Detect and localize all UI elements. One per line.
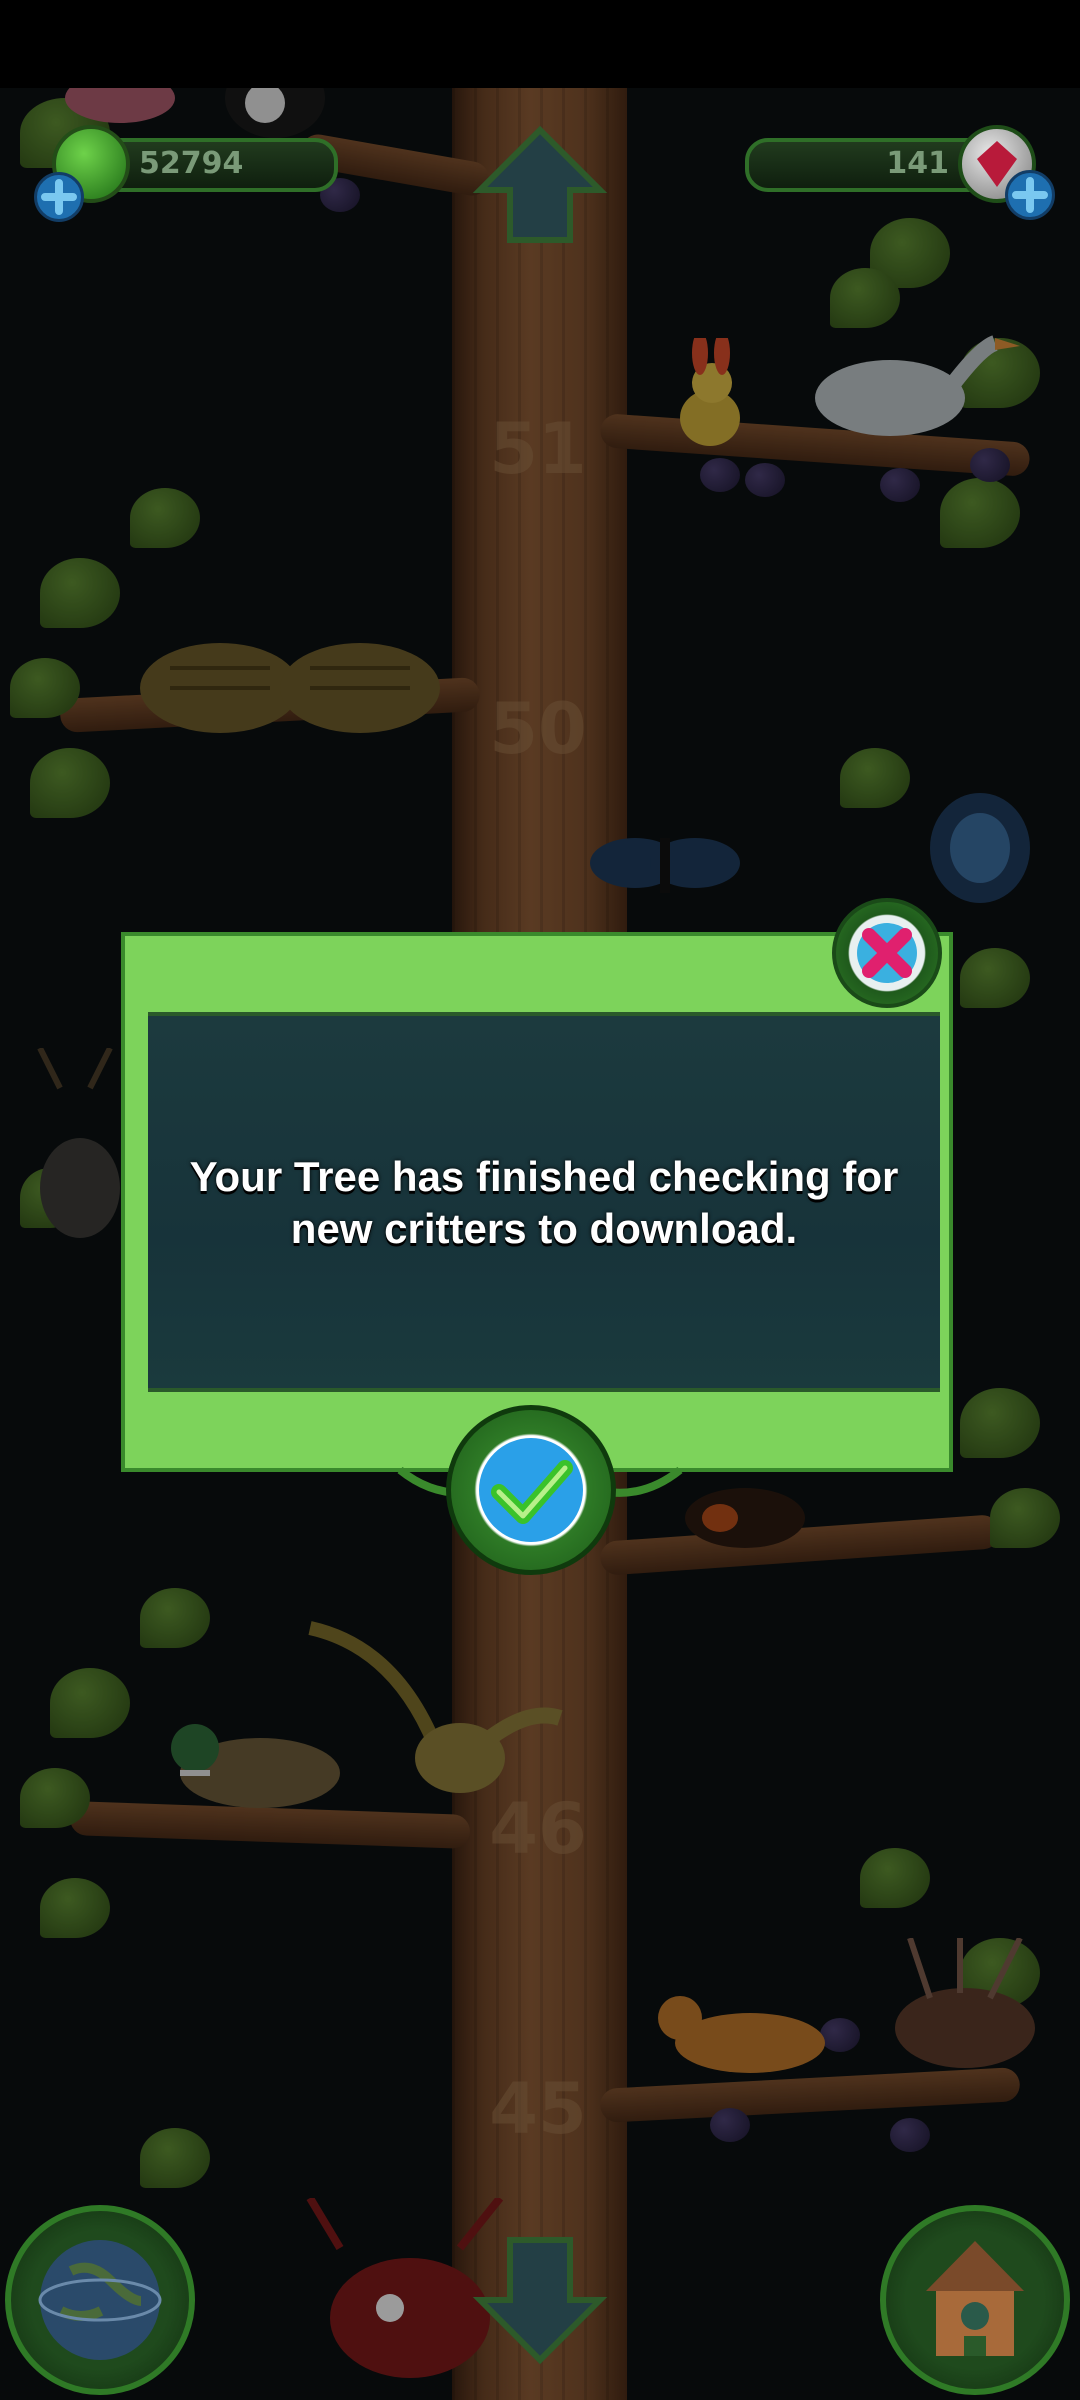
scroll-down-button[interactable]	[470, 2230, 610, 2370]
plum-fruit	[710, 2108, 750, 2142]
status-bar	[0, 0, 1080, 88]
leaf	[10, 658, 80, 718]
butterfly-critter[interactable]	[590, 818, 740, 908]
deer-critter[interactable]	[20, 1048, 130, 1248]
leaf	[140, 2128, 210, 2188]
leaf	[140, 1588, 210, 1648]
down-arrow-icon	[472, 2237, 608, 2365]
confirm-button[interactable]	[446, 1405, 616, 1575]
leaf	[40, 1878, 110, 1938]
plum-fruit	[890, 2118, 930, 2152]
birdhouse-button[interactable]	[880, 2205, 1070, 2395]
close-x-icon	[857, 923, 917, 983]
leaf	[840, 748, 910, 808]
leaf	[990, 1488, 1060, 1548]
leaf	[960, 1388, 1040, 1458]
up-arrow-icon	[472, 125, 608, 243]
leaf	[40, 558, 120, 628]
rabbit-critter[interactable]	[660, 338, 760, 458]
gem-currency-value: 141	[886, 146, 949, 181]
globe-icon	[38, 2240, 162, 2360]
leaf	[940, 478, 1020, 548]
leaf	[860, 1848, 930, 1908]
plum-fruit	[745, 463, 785, 497]
leaf	[830, 268, 900, 328]
level-number-label: 51	[489, 408, 587, 490]
close-dialog-button[interactable]	[832, 898, 942, 1008]
plum-fruit	[880, 468, 920, 502]
level-number-label: 50	[489, 688, 587, 770]
scroll-up-button[interactable]	[470, 120, 610, 250]
add-green-currency-button[interactable]	[34, 172, 84, 222]
birdhouse-icon	[926, 2241, 1024, 2356]
gem-currency-bar: 141	[745, 138, 993, 192]
download-check-dialog: Your Tree has finished checking for new …	[121, 932, 953, 1472]
dialog-message: Your Tree has finished checking for new …	[189, 1153, 899, 1252]
green-currency-value: 52794	[139, 146, 244, 181]
bug-critter[interactable]	[680, 1478, 810, 1558]
green-currency-bar: 52794	[95, 138, 338, 192]
level-number-label: 45	[489, 2068, 587, 2150]
dialog-message-panel: Your Tree has finished checking for new …	[148, 1012, 940, 1392]
leaf	[50, 1668, 130, 1738]
leaf	[960, 948, 1030, 1008]
plus-icon	[41, 179, 77, 215]
corgi-critter[interactable]	[640, 1978, 840, 2088]
plum-fruit	[700, 458, 740, 492]
lionfish-critter[interactable]	[870, 1938, 1060, 2108]
leaf	[20, 1768, 90, 1828]
leaf	[130, 488, 200, 548]
globe-button[interactable]	[5, 2205, 195, 2395]
armadillo-critter[interactable]	[110, 608, 450, 748]
goose-critter[interactable]	[800, 328, 1020, 448]
add-gem-button[interactable]	[1005, 170, 1055, 220]
butterfly-critter[interactable]	[920, 788, 1040, 928]
flamingo-critter	[65, 88, 175, 123]
leaf	[30, 748, 110, 818]
checkmark-icon	[479, 1438, 583, 1542]
penguin-critter	[225, 88, 325, 138]
plum-fruit	[970, 448, 1010, 482]
dinosaur-critter[interactable]	[300, 1608, 570, 1828]
plus-icon	[1012, 177, 1048, 213]
